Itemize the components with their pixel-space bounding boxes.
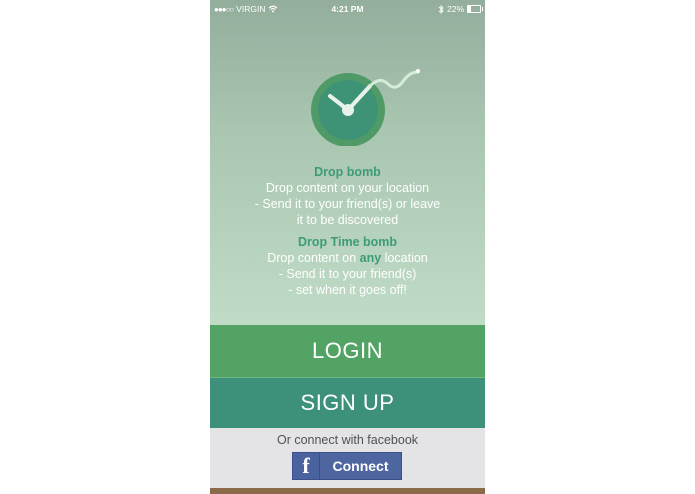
drop-bomb-title: Drop bomb <box>314 165 381 179</box>
bluetooth-icon <box>438 4 444 14</box>
bomb-clock-icon <box>311 69 420 146</box>
drop-time-bomb-title: Drop Time bomb <box>297 235 398 249</box>
app-background: ●●●○○ VIRGIN 4:21 PM 22% Drop bomb Drop … <box>210 0 485 325</box>
facebook-connect-label: Connect <box>332 458 389 474</box>
battery-percent: 22% <box>446 4 464 14</box>
drop-time-bomb-description: Drop Time bomb Drop content on any locat… <box>210 234 485 298</box>
drop-time-bomb-line-3: - set when it goes off! <box>288 283 407 297</box>
drop-bomb-description: Drop bomb Drop content on your location … <box>210 164 485 228</box>
status-bar: ●●●○○ VIRGIN 4:21 PM 22% <box>210 0 485 18</box>
facebook-icon: f <box>293 453 320 479</box>
phone-screen: ●●●○○ VIRGIN 4:21 PM 22% Drop bomb Drop … <box>210 0 485 494</box>
line-1-emphasis: any <box>359 251 382 265</box>
status-right: 22% <box>438 4 483 14</box>
line-1-prefix: Drop content on <box>267 251 360 265</box>
drop-time-bomb-line-2: - Send it to your friend(s) <box>278 267 417 281</box>
battery-icon <box>467 5 483 13</box>
drop-bomb-line-2: - Send it to your friend(s) or leave <box>254 197 441 211</box>
bottom-edge <box>210 488 485 494</box>
line-1-suffix: location <box>381 251 428 265</box>
facebook-prompt: Or connect with facebook <box>276 433 419 447</box>
battery-fill <box>468 6 471 12</box>
drop-bomb-line-3: it to be discovered <box>296 213 399 227</box>
facebook-connect-area: Or connect with facebook f Connect <box>210 428 485 494</box>
login-button[interactable]: LOGIN <box>210 325 485 377</box>
drop-bomb-line-1: Drop content on your location <box>265 181 430 195</box>
signup-button[interactable]: SIGN UP <box>210 378 485 428</box>
drop-time-bomb-line-1: Drop content on any location <box>210 250 485 266</box>
facebook-connect-button[interactable]: f Connect <box>292 452 402 480</box>
